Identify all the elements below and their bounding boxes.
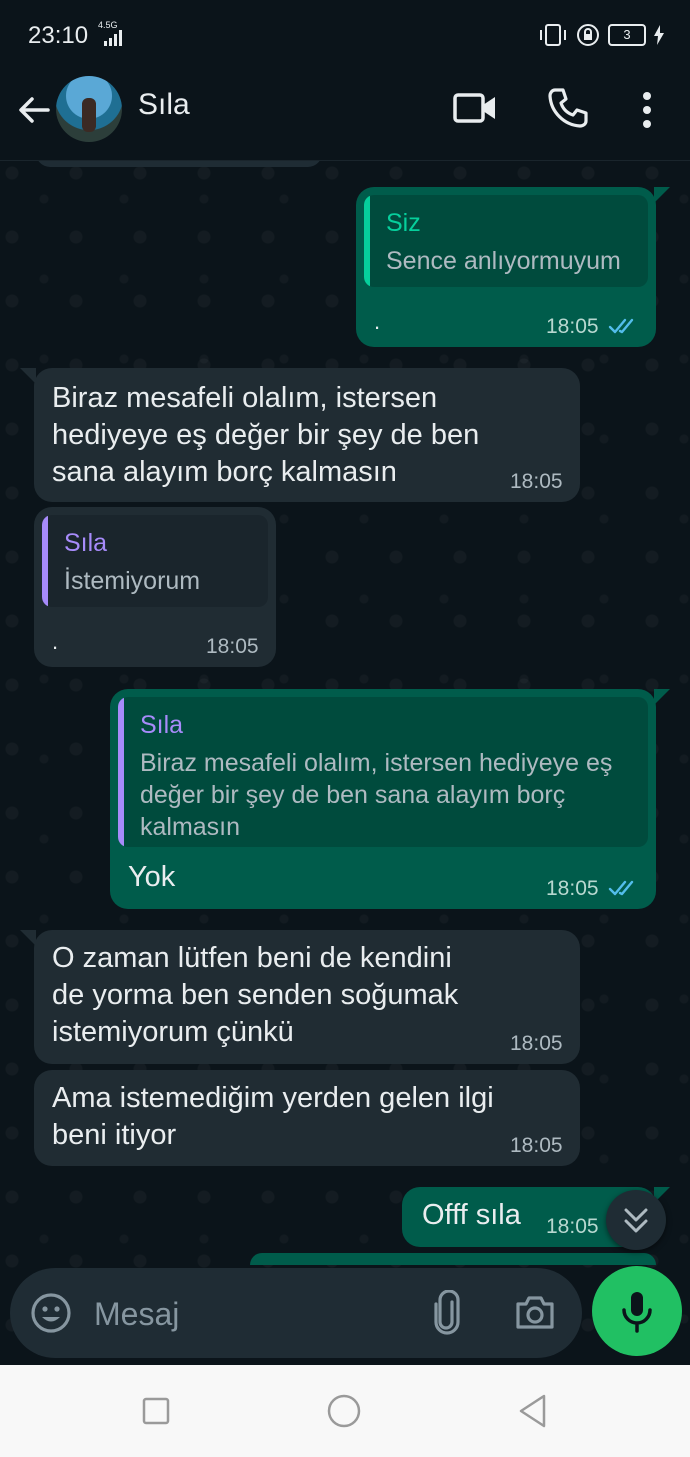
quoted-message[interactable]: Sıla Biraz mesafeli olalım, istersen hed… bbox=[118, 697, 648, 847]
contact-name[interactable]: Sıla bbox=[138, 88, 190, 122]
message-text: Ama istemediğim yerden gelen ilgi beni i… bbox=[52, 1082, 494, 1151]
quote-bar bbox=[42, 515, 48, 607]
avatar[interactable] bbox=[56, 76, 122, 142]
message-time: 18:05 bbox=[510, 1032, 563, 1055]
message-time: 18:05 bbox=[546, 315, 599, 338]
chat-area[interactable]: Siz Sence anlıyormuyum . 18:05 Biraz mes… bbox=[0, 161, 690, 1365]
alarm-lock-icon bbox=[577, 24, 599, 46]
message-text: O zaman lütfen beni de kendini de yorma … bbox=[52, 942, 459, 1048]
nav-recent-icon[interactable] bbox=[142, 1397, 170, 1425]
quoted-message[interactable]: Siz Sence anlıyormuyum bbox=[364, 195, 648, 287]
message-time: 18:05 bbox=[510, 1134, 563, 1157]
quote-author: Sıla bbox=[140, 711, 184, 739]
quote-bar bbox=[364, 195, 370, 287]
back-arrow-icon[interactable] bbox=[14, 90, 54, 130]
video-call-icon[interactable] bbox=[452, 88, 498, 128]
camera-icon[interactable] bbox=[514, 1292, 556, 1332]
message-outgoing[interactable]: Siz Sence anlıyormuyum . 18:05 bbox=[356, 187, 670, 347]
nav-home-icon[interactable] bbox=[326, 1393, 362, 1429]
message-time: 18:05 bbox=[206, 635, 259, 658]
scroll-to-bottom-button[interactable] bbox=[606, 1190, 666, 1250]
status-time: 23:10 bbox=[28, 22, 89, 49]
battery-indicator: 3 bbox=[608, 24, 646, 46]
chevron-down-icon bbox=[624, 1208, 648, 1233]
message-incoming[interactable]: Biraz mesafeli olalım, istersen hediyeye… bbox=[20, 368, 580, 502]
charging-icon bbox=[654, 25, 664, 45]
attach-icon[interactable] bbox=[430, 1290, 464, 1336]
message-outgoing[interactable]: Sıla Biraz mesafeli olalım, istersen hed… bbox=[110, 689, 670, 909]
nav-back-icon[interactable] bbox=[516, 1393, 550, 1429]
phone-icon[interactable] bbox=[546, 86, 590, 130]
emoji-icon[interactable] bbox=[30, 1292, 72, 1334]
quoted-message[interactable]: Sıla İstemiyorum bbox=[42, 515, 268, 607]
quote-text: Biraz mesafeli olalım, istersen hediyeye… bbox=[140, 749, 613, 841]
avatar-figure bbox=[82, 98, 96, 132]
vibrate-icon bbox=[540, 24, 566, 46]
signal-icon bbox=[104, 30, 122, 46]
message-input[interactable] bbox=[92, 1288, 396, 1340]
message-incoming[interactable]: Sıla İstemiyorum . 18:05 bbox=[34, 507, 276, 667]
message-incoming[interactable]: Ama istemediğim yerden gelen ilgi beni i… bbox=[34, 1070, 580, 1166]
message-text: Yok bbox=[128, 861, 176, 893]
status-bar: 23:10 4.5G 3 bbox=[0, 0, 690, 70]
message-time: 18:05 bbox=[546, 1215, 599, 1238]
double-check-icon bbox=[608, 318, 634, 334]
quote-author: Sıla bbox=[64, 529, 108, 557]
chat-header: Sıla bbox=[0, 70, 690, 161]
more-vert-icon[interactable] bbox=[630, 88, 664, 132]
partial-message bbox=[36, 161, 322, 167]
quote-author: Siz bbox=[386, 209, 421, 237]
message-time: 18:05 bbox=[546, 877, 599, 900]
double-check-icon bbox=[608, 880, 634, 896]
system-nav-bar bbox=[0, 1365, 690, 1457]
status-icons: 3 bbox=[538, 22, 664, 48]
quote-text: İstemiyorum bbox=[64, 567, 201, 595]
message-composer bbox=[10, 1268, 582, 1358]
mic-button[interactable] bbox=[592, 1266, 682, 1356]
message-text: Offf sıla bbox=[422, 1199, 521, 1231]
message-incoming[interactable]: O zaman lütfen beni de kendini de yorma … bbox=[20, 930, 580, 1064]
message-text: . bbox=[374, 309, 381, 334]
message-text: Biraz mesafeli olalım, istersen hediyeye… bbox=[52, 382, 480, 488]
quote-text: Sence anlıyormuyum bbox=[386, 247, 621, 275]
mic-icon bbox=[622, 1292, 652, 1333]
quote-bar bbox=[118, 697, 124, 847]
message-text: . bbox=[52, 629, 59, 654]
partial-message bbox=[250, 1253, 656, 1265]
message-time: 18:05 bbox=[510, 470, 563, 493]
